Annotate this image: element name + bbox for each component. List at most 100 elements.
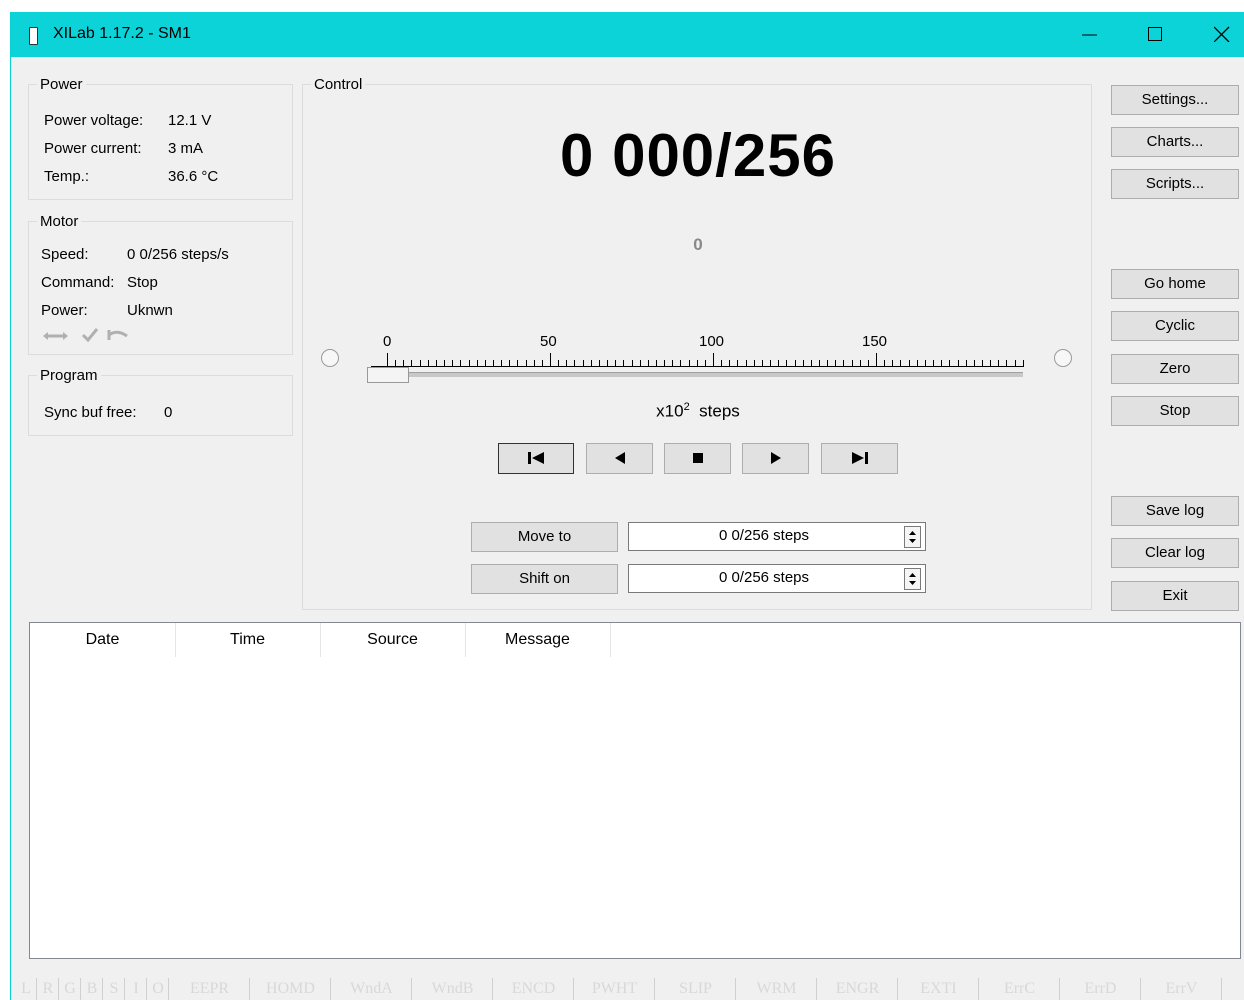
exit-button[interactable]: Exit xyxy=(1111,581,1239,611)
settings-button[interactable]: Settings... xyxy=(1111,85,1239,115)
move-to-spinner[interactable] xyxy=(904,526,921,548)
log-table[interactable]: Date Time Source Message xyxy=(29,622,1241,959)
status-flag-encd: ENCD xyxy=(511,980,556,997)
slider-tick-label: 100 xyxy=(699,333,725,350)
speed-value: 0 0/256 steps/s xyxy=(127,246,229,263)
column-header-time[interactable]: Time xyxy=(175,623,321,657)
status-flag-g: G xyxy=(64,980,76,997)
sync-buf-free-value: 0 xyxy=(164,404,173,421)
save-log-button[interactable]: Save log xyxy=(1111,496,1239,526)
move-to-value: 0 0/256 steps xyxy=(718,527,810,544)
status-flag-i: I xyxy=(133,980,139,997)
status-flag-engr: ENGR xyxy=(835,980,880,997)
slider-ruler-baseline xyxy=(371,366,1023,367)
bidirectional-arrow-icon xyxy=(43,332,68,340)
xilab-window: XILab 1.17.2 - SM1 Power Power voltage: … xyxy=(10,12,1244,1000)
cyclic-button[interactable]: Cyclic xyxy=(1111,311,1239,341)
status-flag-pwht: PWHT xyxy=(591,980,638,997)
power-group: Power Power voltage: 12.1 V Power curren… xyxy=(28,76,293,200)
temp-value: 36.6 °C xyxy=(168,168,219,185)
slider-ruler xyxy=(371,353,1024,367)
stop-transport-button[interactable] xyxy=(664,443,731,474)
maximize-button[interactable] xyxy=(1133,18,1179,50)
zero-button[interactable]: Zero xyxy=(1111,354,1239,384)
shift-on-input[interactable]: 0 0/256 steps xyxy=(628,564,926,593)
scripts-button[interactable]: Scripts... xyxy=(1111,169,1239,199)
status-flag-errd: ErrD xyxy=(1084,980,1117,997)
sync-buf-free-label: Sync buf free: xyxy=(44,404,137,421)
status-flag-r: R xyxy=(42,980,54,997)
go-start-button[interactable] xyxy=(498,443,574,474)
program-group: Program Sync buf free: 0 xyxy=(28,367,293,436)
slider-tick-label: 50 xyxy=(540,333,557,350)
clear-log-button[interactable]: Clear log xyxy=(1111,538,1239,568)
status-flag-l: L xyxy=(21,980,31,997)
slider-tick xyxy=(387,353,388,367)
status-flag-wndb: WndB xyxy=(431,980,474,997)
stop-square-icon xyxy=(692,453,703,463)
move-to-input[interactable]: 0 0/256 steps xyxy=(628,522,926,551)
window-title: XILab 1.17.2 - SM1 xyxy=(53,25,191,42)
check-icon xyxy=(81,328,99,343)
move-right-button[interactable] xyxy=(742,443,809,474)
slider-thumb[interactable] xyxy=(367,367,409,383)
status-flag-separator xyxy=(1221,978,1222,1000)
shift-on-value: 0 0/256 steps xyxy=(718,569,810,586)
status-flag-exti: EXTI xyxy=(920,980,957,997)
slider-tick xyxy=(713,353,714,367)
skip-to-end-icon xyxy=(851,452,868,464)
go-home-button[interactable]: Go home xyxy=(1111,269,1239,299)
shift-on-button[interactable]: Shift on xyxy=(471,564,618,594)
close-button[interactable] xyxy=(1199,18,1244,50)
command-label: Command: xyxy=(41,274,115,291)
right-limit-radio[interactable] xyxy=(1054,349,1072,367)
close-icon xyxy=(1214,26,1230,42)
position-slider[interactable]: 0 50 100 150 xyxy=(367,333,1024,383)
status-flag-wnda: WndA xyxy=(350,980,393,997)
temp-label: Temp.: xyxy=(44,168,90,185)
command-value: Stop xyxy=(127,274,158,291)
charts-button[interactable]: Charts... xyxy=(1111,127,1239,157)
program-group-label: Program xyxy=(37,367,101,384)
status-flag-errv: ErrV xyxy=(1165,980,1198,997)
power-voltage-label: Power voltage: xyxy=(44,112,144,129)
status-flag-errc: ErrC xyxy=(1003,980,1036,997)
column-header-date[interactable]: Date xyxy=(30,623,176,657)
units-label: x102 steps xyxy=(656,401,740,421)
column-header-source[interactable]: Source xyxy=(320,623,466,657)
power-current-label: Power current: xyxy=(44,140,142,157)
status-flags-bar: L R G B S I O EEPR HOMD WndA WndB ENCD PWHT SLIP WRM EN… xyxy=(11,974,1244,1000)
title-bar[interactable]: XILab 1.17.2 - SM1 xyxy=(11,12,1244,57)
maximize-icon xyxy=(1148,27,1162,41)
move-to-button[interactable]: Move to xyxy=(471,522,618,552)
control-group: Control 0 000/256 0 0 50 100 150 x102 st… xyxy=(302,76,1092,610)
slider-tick xyxy=(550,353,551,367)
speed-label: Speed: xyxy=(41,246,89,263)
encoder-readout: 0 xyxy=(693,235,703,254)
status-flag-b: B xyxy=(86,980,98,997)
column-header-message[interactable]: Message xyxy=(465,623,611,657)
skip-to-start-icon xyxy=(528,452,544,464)
motor-power-label: Power: xyxy=(41,302,88,319)
shift-on-spinner[interactable] xyxy=(904,568,921,590)
stop-button[interactable]: Stop xyxy=(1111,396,1239,426)
power-group-label: Power xyxy=(37,76,86,93)
slider-tick-label: 0 xyxy=(383,333,392,350)
slider-tick xyxy=(876,353,877,367)
go-end-button[interactable] xyxy=(821,443,898,474)
motor-group: Motor Speed: 0 0/256 steps/s Command: St… xyxy=(28,213,293,355)
minimize-button[interactable] xyxy=(1067,18,1113,50)
move-left-button[interactable] xyxy=(586,443,653,474)
spinner-arrows-icon xyxy=(909,573,916,585)
slider-track xyxy=(371,372,1023,377)
left-limit-radio[interactable] xyxy=(321,349,339,367)
status-flag-wrm: WRM xyxy=(756,980,797,997)
position-readout: 0 000/256 xyxy=(560,122,836,189)
spinner-arrows-icon xyxy=(909,531,916,543)
status-flag-homd: HOMD xyxy=(266,980,315,997)
minimize-icon xyxy=(1082,34,1097,36)
motor-group-label: Motor xyxy=(37,213,82,230)
power-voltage-value: 12.1 V xyxy=(168,112,212,129)
control-group-label: Control xyxy=(311,76,366,93)
motor-power-value: Uknwn xyxy=(127,302,173,319)
